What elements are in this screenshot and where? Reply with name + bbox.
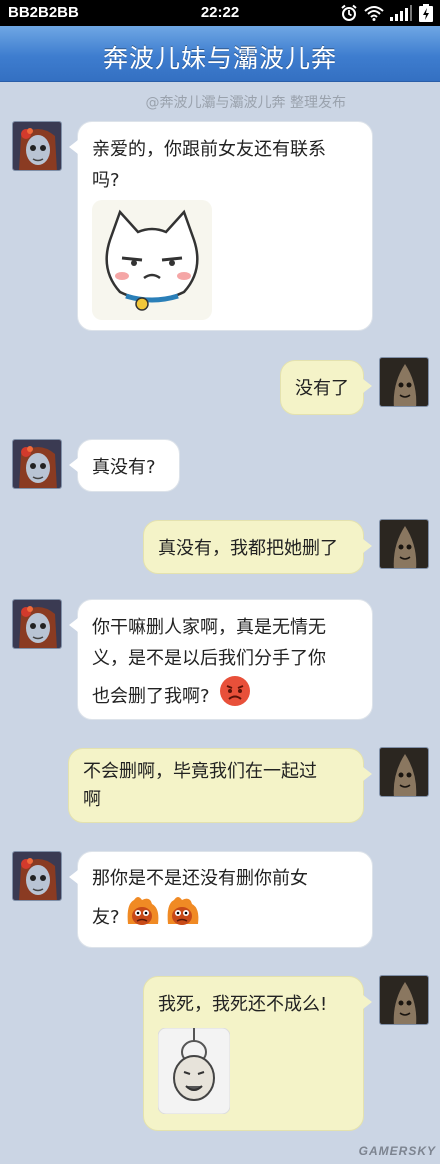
boy-avatar[interactable] <box>379 975 429 1025</box>
message-text: 真没有? <box>92 457 156 478</box>
message-bubble-outgoing: 没有了 <box>280 360 372 415</box>
message-text: 义，是不是以后我们分手了你 <box>92 648 326 669</box>
message-text: 友? <box>92 906 120 928</box>
message-text: 啊 <box>83 789 101 810</box>
message-bubble-outgoing: 我死，我死还不成么! <box>143 976 372 1131</box>
message-text: 我死，我死还不成么! <box>158 994 328 1015</box>
boy-avatar[interactable] <box>379 357 429 407</box>
smug-cat-sticker[interactable] <box>92 200 212 330</box>
message-bubble-outgoing: 不会删啊，毕竟我们在一起过 啊 <box>68 748 372 823</box>
signal-icon <box>390 5 412 21</box>
message-text: 你干嘛删人家啊，真是无情无 <box>92 617 326 638</box>
status-bar: BB2B2BB 22:22 <box>0 0 440 26</box>
boy-avatar[interactable] <box>379 519 429 569</box>
wifi-icon <box>364 5 384 21</box>
message-bubble-outgoing: 真没有，我都把她删了 <box>143 520 372 574</box>
message-text: 亲爱的，你跟前女友还有联系 <box>92 139 326 160</box>
message-text: 吗? <box>92 170 120 191</box>
alarm-icon <box>340 4 358 22</box>
angry-face-emoji <box>218 674 252 718</box>
hanging-meme-sticker[interactable] <box>157 1027 231 1124</box>
girl-avatar[interactable] <box>12 439 62 489</box>
message-bubble-incoming: 那你是不是还没有删你前女 友? <box>69 851 373 948</box>
girl-avatar[interactable] <box>12 599 62 649</box>
message-text: 真没有，我都把她删了 <box>158 538 338 559</box>
status-icons <box>340 4 434 22</box>
fiery-monkey-emoji <box>124 894 204 940</box>
girl-avatar[interactable] <box>12 121 62 171</box>
girl-avatar[interactable] <box>12 851 62 901</box>
boy-avatar[interactable] <box>379 747 429 797</box>
message-bubble-incoming: 你干嘛删人家啊，真是无情无 义，是不是以后我们分手了你 也会删了我啊? <box>69 599 373 720</box>
publisher-watermark: @奔波儿灞与灞波儿奔 整理发布 <box>145 95 346 111</box>
message-text: 没有了 <box>295 378 349 399</box>
message-bubble-incoming: 真没有? <box>69 439 180 492</box>
site-watermark: GAMERSKY <box>358 1144 436 1158</box>
battery-icon <box>418 4 434 22</box>
message-bubble-incoming: 亲爱的，你跟前女友还有联系 吗? <box>69 121 373 331</box>
message-text: 不会删啊，毕竟我们在一起过 <box>83 761 317 782</box>
title-bar: 奔波儿妹与灞波儿奔 <box>0 26 440 82</box>
page-title: 奔波儿妹与灞波儿奔 <box>102 44 337 73</box>
message-text: 那你是不是还没有删你前女 <box>92 868 308 889</box>
message-text: 也会删了我啊? <box>92 685 210 707</box>
